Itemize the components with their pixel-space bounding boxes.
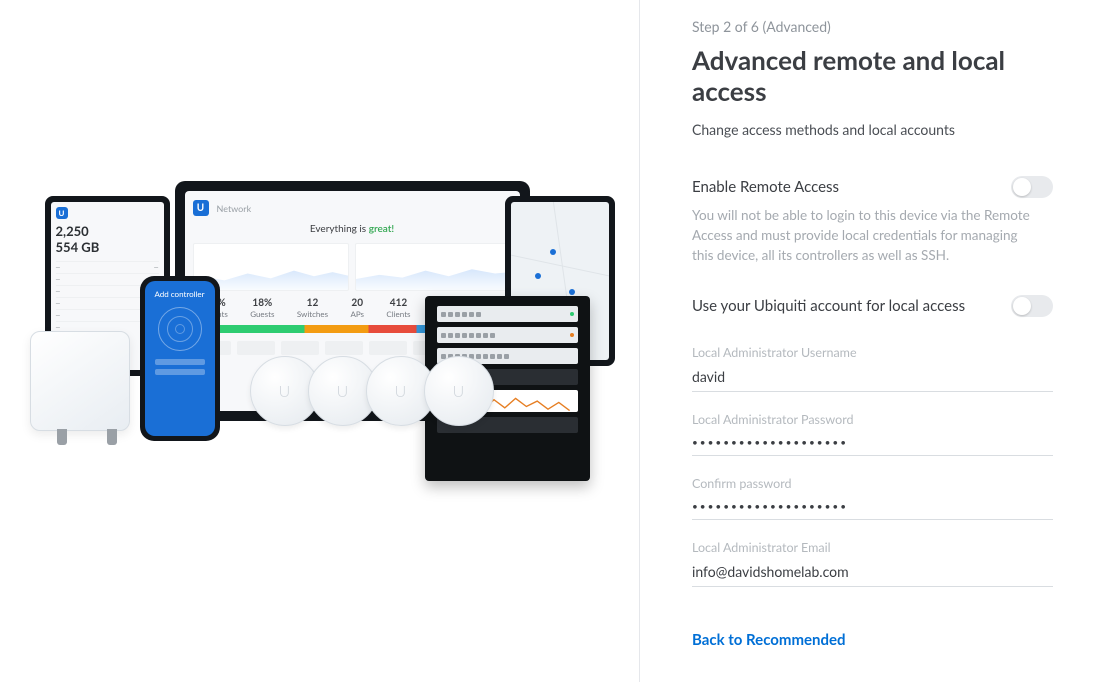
device-access-points: UUUU: [250, 356, 494, 426]
ubiquiti-local-label: Use your Ubiquiti account for local acce…: [692, 295, 965, 315]
confirm-password-label: Confirm password: [692, 476, 1053, 491]
remote-access-label: Enable Remote Access: [692, 176, 839, 196]
radar-icon: [158, 307, 202, 351]
back-to-recommended-link[interactable]: Back to Recommended: [692, 631, 846, 649]
hero-illustration: U Network Everything is great! 43%Client…: [0, 0, 640, 682]
unifi-logo-icon: U: [56, 207, 68, 219]
remote-access-toggle[interactable]: [1011, 176, 1053, 198]
username-label: Local Administrator Username: [692, 345, 1053, 360]
page-subtitle: Change access methods and local accounts: [692, 121, 1053, 138]
email-label: Local Administrator Email: [692, 540, 1053, 555]
device-phone: Add controller: [140, 276, 220, 441]
remote-access-helper: You will not be able to login to this de…: [692, 206, 1042, 265]
ubiquiti-local-toggle[interactable]: [1011, 295, 1053, 317]
device-basestation: [30, 331, 145, 451]
password-label: Local Administrator Password: [692, 412, 1053, 427]
mini-chart: [355, 243, 512, 291]
phone-title: Add controller: [149, 289, 211, 299]
confirm-password-input[interactable]: [692, 497, 1053, 520]
unifi-logo-icon: U: [193, 200, 209, 216]
username-input[interactable]: [692, 364, 1053, 392]
password-input[interactable]: [692, 433, 1053, 456]
page-title: Advanced remote and local access: [692, 45, 1053, 107]
status-line: Everything is great!: [193, 223, 512, 235]
email-input[interactable]: [692, 559, 1053, 587]
step-indicator: Step 2 of 6 (Advanced): [692, 18, 1053, 35]
network-label: Network: [217, 203, 252, 214]
setup-form: Step 2 of 6 (Advanced) Advanced remote a…: [640, 0, 1093, 682]
